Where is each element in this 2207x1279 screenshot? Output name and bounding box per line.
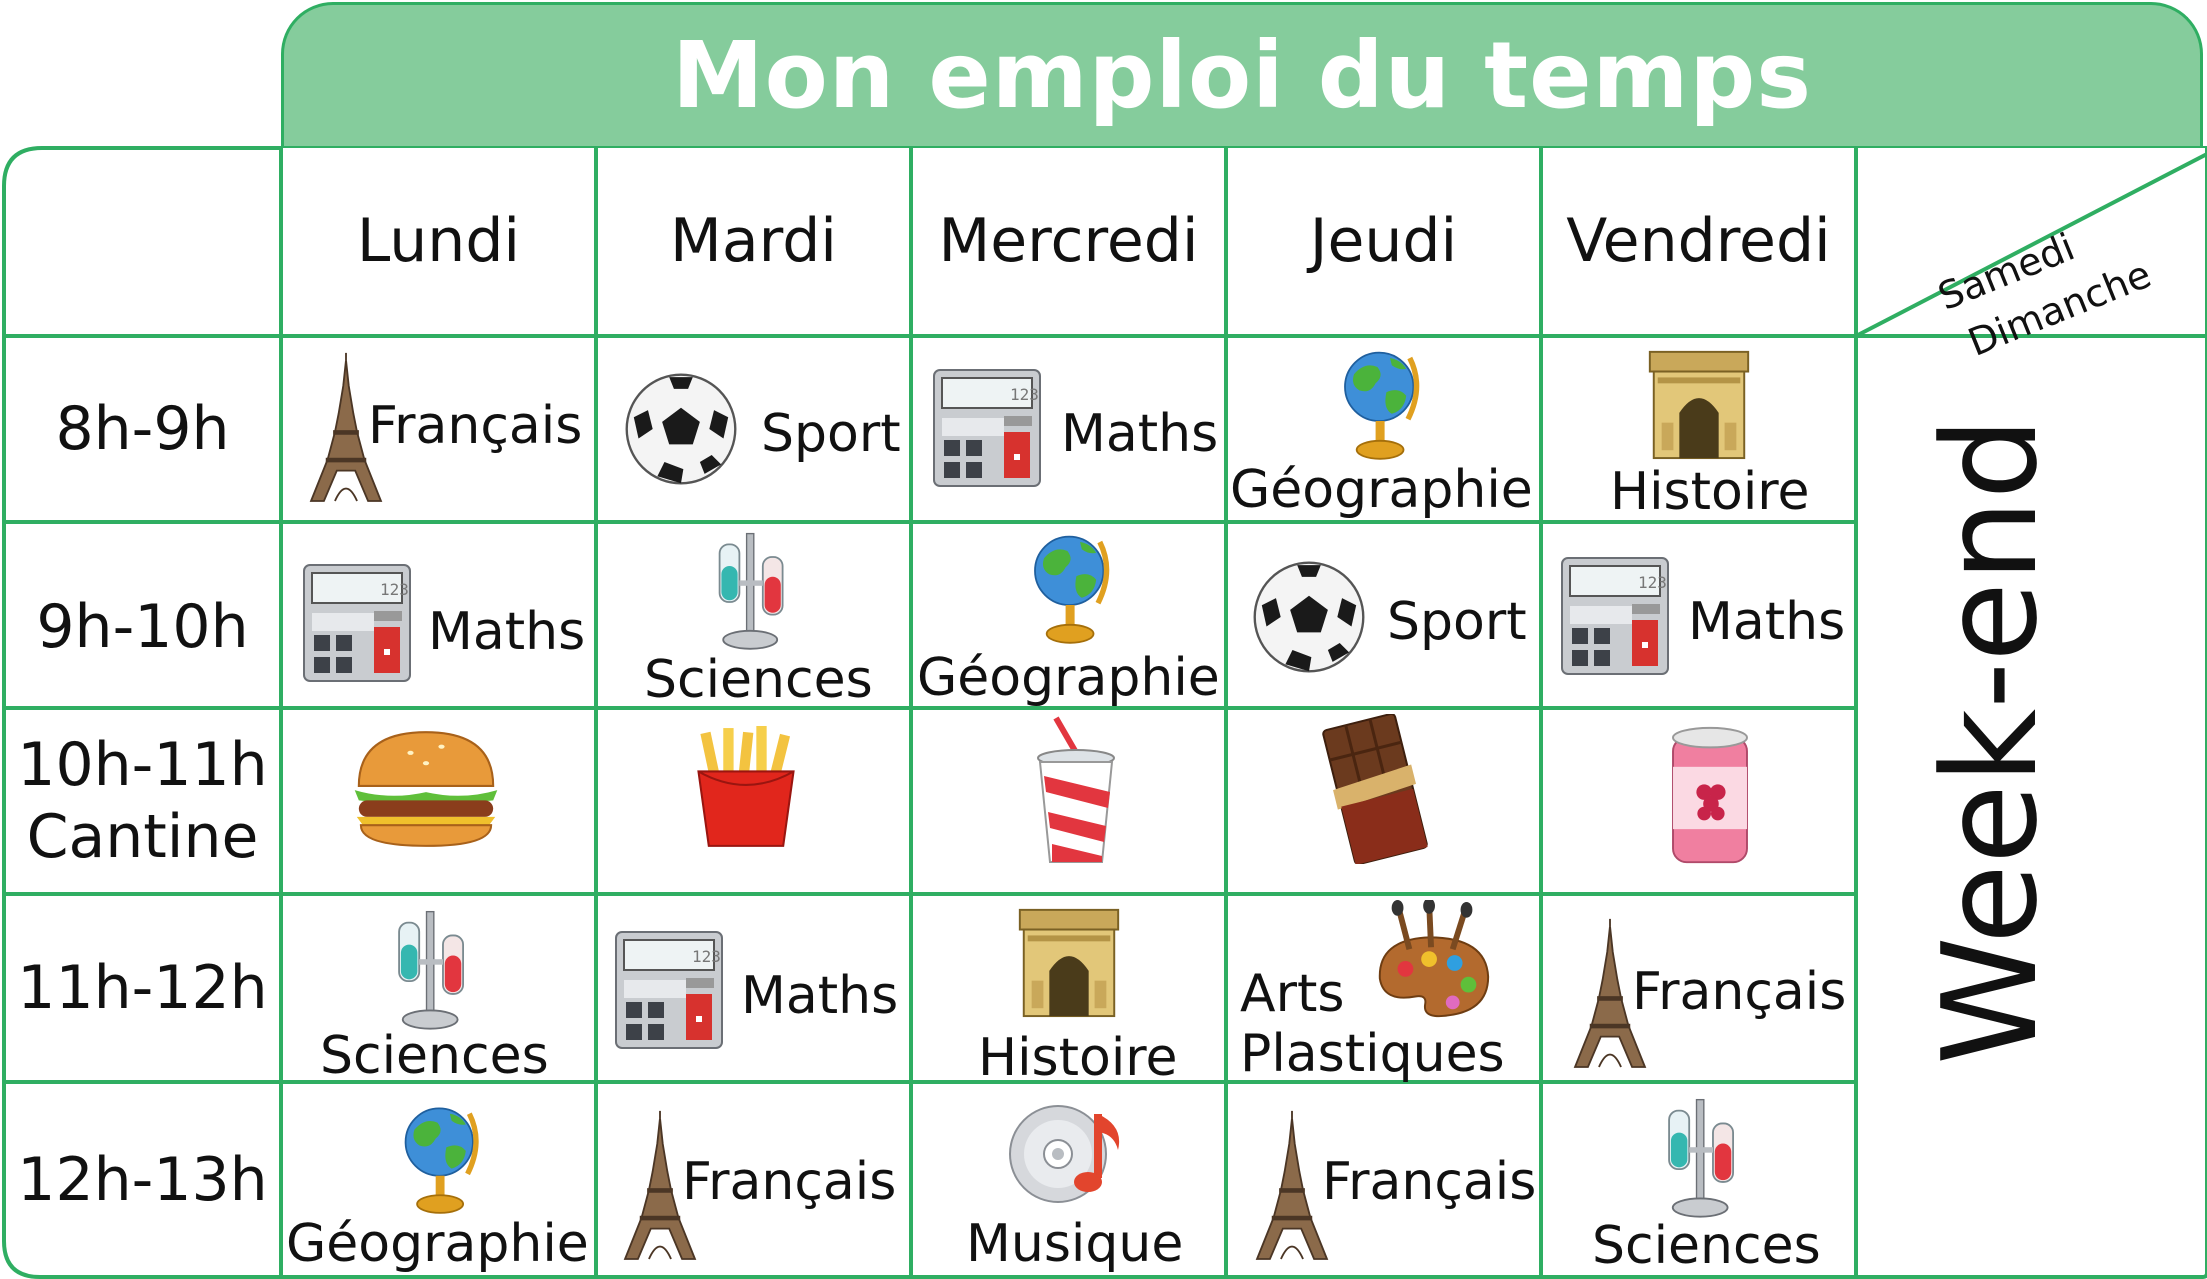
time-label: 8h-9h	[55, 394, 230, 464]
subject-label: Maths	[1061, 404, 1219, 464]
time-sublabel: Cantine	[26, 802, 259, 872]
subject-label: Géographie	[1230, 460, 1533, 520]
globe-icon	[396, 1096, 486, 1220]
page-title: Mon emploi du temps	[672, 22, 1812, 129]
subject-label: Sciences	[644, 650, 873, 710]
chocolate-bar-icon	[1320, 714, 1430, 864]
subject-label: Maths	[428, 602, 586, 662]
title-banner: Mon emploi du temps	[281, 2, 2203, 146]
calculator-icon	[1560, 556, 1670, 676]
test-tubes-icon	[386, 908, 478, 1036]
subject-label: Maths	[1688, 592, 1846, 652]
subject-label: Sport	[1387, 592, 1527, 652]
time-label: 9h-10h	[36, 592, 249, 662]
time-slot-1: 8h-9h	[4, 336, 281, 522]
day-header-vendredi: Vendredi	[1566, 206, 1831, 276]
time-label: 10h-11h	[17, 730, 268, 800]
day-header-lundi: Lundi	[356, 206, 521, 276]
subject-label: Français	[682, 1152, 897, 1212]
weekend-label: Week-end	[1914, 417, 2066, 1065]
subject-label: Sciences	[320, 1026, 549, 1086]
day-header-mardi: Mardi	[670, 206, 837, 276]
subject-label: Musique	[966, 1214, 1184, 1274]
arc-de-triomphe-icon	[1640, 344, 1758, 462]
subject-label: Français	[368, 396, 583, 456]
soccer-ball-icon	[1250, 558, 1368, 676]
subject-label: Français	[1632, 962, 1847, 1022]
soda-cup-icon	[1026, 716, 1126, 866]
subject-label: Français	[1322, 1152, 1537, 1212]
time-label: 12h-13h	[17, 1144, 268, 1215]
calculator-icon	[932, 368, 1042, 488]
time-slot-3: 10h-11h Cantine	[4, 708, 281, 894]
soda-can-icon	[1660, 724, 1760, 870]
subject-label-line2: Plastiques	[1240, 1024, 1505, 1084]
french-fries-icon	[684, 726, 808, 850]
subject-label-line1: Arts	[1240, 964, 1345, 1024]
subject-label: Sport	[761, 404, 901, 464]
weekend-cell: Week-end	[1860, 341, 2120, 1141]
day-header-jeudi: Jeudi	[1309, 206, 1458, 276]
time-slot-5: 12h-13h	[4, 1082, 281, 1277]
calculator-icon	[614, 930, 724, 1050]
subject-label: Histoire	[978, 1028, 1178, 1088]
hamburger-icon	[348, 726, 504, 850]
soccer-ball-icon	[622, 370, 740, 488]
arc-de-triomphe-icon	[1010, 902, 1128, 1020]
timetable: Lundi Mardi Mercredi Jeudi Vendredi Same…	[0, 146, 2207, 1279]
test-tubes-icon	[1656, 1096, 1748, 1224]
music-cd-icon	[1006, 1096, 1136, 1216]
time-label: 11h-12h	[17, 953, 268, 1023]
paint-palette-icon	[1370, 900, 1498, 1028]
test-tubes-icon	[706, 530, 798, 656]
calculator-icon	[302, 562, 412, 684]
subject-label: Sciences	[1592, 1216, 1821, 1276]
day-header-mercredi: Mercredi	[938, 206, 1199, 276]
time-slot-2: 9h-10h	[4, 522, 281, 708]
time-slot-4: 11h-12h	[4, 894, 281, 1082]
subject-label: Maths	[741, 966, 899, 1026]
globe-icon	[1026, 524, 1116, 650]
subject-label: Histoire	[1610, 462, 1810, 522]
subject-label: Géographie	[917, 648, 1220, 708]
globe-icon	[1336, 340, 1426, 466]
subject-label: Géographie	[286, 1214, 589, 1274]
